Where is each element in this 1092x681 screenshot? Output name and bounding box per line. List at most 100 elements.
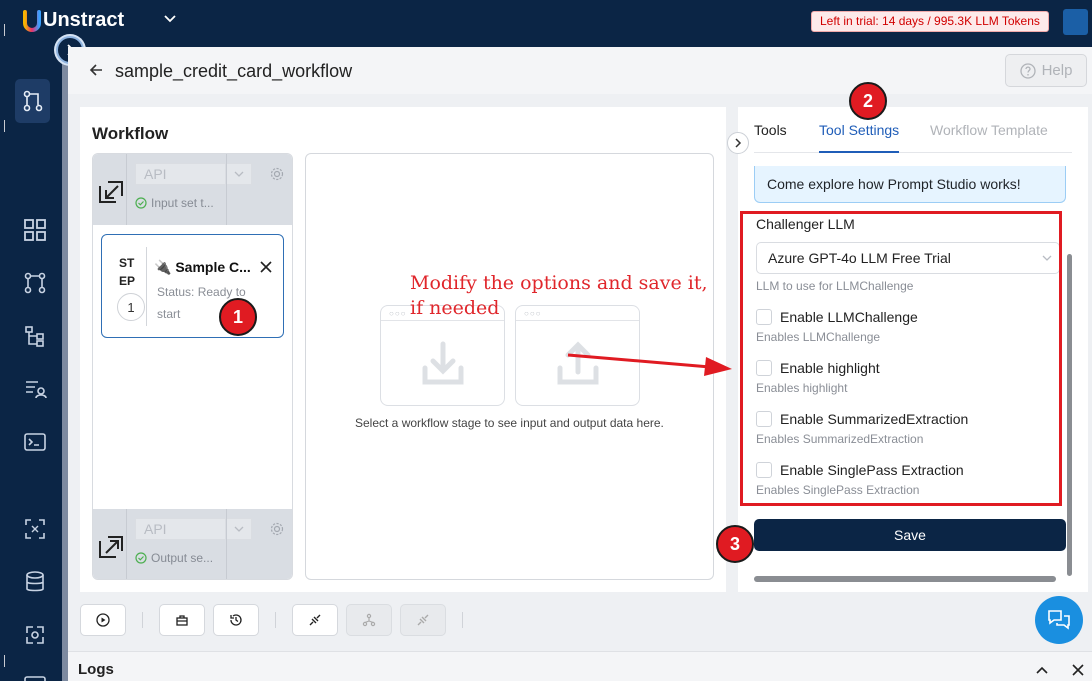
- annotation-marker-1: 1: [219, 298, 257, 336]
- download-icon: [422, 341, 464, 385]
- help-button[interactable]: Help: [1005, 54, 1087, 87]
- terminal-icon: [24, 433, 46, 451]
- check-circle-icon: [135, 197, 147, 209]
- step-tool-name: 🔌 Sample C...: [154, 259, 251, 275]
- chevron-down-icon: [234, 171, 244, 177]
- trial-badge: Left in trial: 14 days / 995.3K LLM Toke…: [811, 11, 1049, 32]
- toolbar-divider: [142, 612, 143, 628]
- bag-icon: [176, 615, 188, 626]
- input-block: API Input set t...: [93, 154, 292, 225]
- connector-settings-icon: [26, 626, 44, 644]
- gear-icon[interactable]: [269, 166, 285, 182]
- dashboard-grid-icon: [24, 219, 46, 241]
- sidebar-item-more[interactable]: [18, 668, 52, 681]
- sidebar-divider: [4, 655, 5, 667]
- help-label: Help: [1041, 62, 1073, 79]
- deploy-task-button[interactable]: [400, 604, 446, 636]
- logs-panel: [68, 651, 1092, 681]
- sidebar-item-api[interactable]: [18, 425, 52, 459]
- sidebar-divider: [4, 120, 5, 132]
- divider: [226, 509, 227, 579]
- network-icon: [362, 613, 376, 627]
- history-icon: [230, 614, 242, 626]
- save-button[interactable]: Save: [754, 519, 1066, 551]
- window-dots: ○○○: [389, 309, 407, 318]
- output-status: Output se...: [135, 551, 223, 565]
- vertical-scrollbar[interactable]: [1067, 254, 1072, 576]
- question-circle-icon: [1019, 62, 1036, 79]
- deploy-etl-button[interactable]: [346, 604, 392, 636]
- output-select-dropdown[interactable]: [226, 518, 252, 540]
- clear-cache-button[interactable]: [159, 604, 205, 636]
- plug-icon: [309, 614, 321, 626]
- input-status-text: Input set t...: [151, 196, 214, 210]
- back-arrow-icon[interactable]: [88, 62, 104, 78]
- step-number: 1: [117, 293, 145, 321]
- chat-bubbles-icon: [1048, 610, 1070, 630]
- scan-icon: [25, 519, 45, 539]
- tabs-divider: [754, 152, 1072, 153]
- panel-icon: [24, 676, 46, 681]
- hierarchy-icon: [25, 326, 44, 347]
- annotation-arrow-icon: [567, 353, 732, 376]
- active-tab-indicator: [819, 151, 899, 153]
- panel-collapse-button[interactable]: [727, 132, 749, 154]
- input-select-dropdown[interactable]: [226, 163, 252, 185]
- chevron-down-icon: [234, 526, 244, 532]
- check-circle-icon: [135, 552, 147, 564]
- list-user-icon: [26, 381, 47, 399]
- support-chat-button[interactable]: [1035, 596, 1083, 644]
- workflow-stages: API Input set t... API Output se...: [92, 153, 293, 580]
- workflow-icon: [23, 90, 42, 112]
- divider: [226, 154, 227, 225]
- input-status: Input set t...: [135, 196, 223, 210]
- sidebar-item-connectors[interactable]: [18, 618, 52, 652]
- sidebar-item-scan[interactable]: [18, 512, 52, 546]
- org-switch-chevron-down-icon[interactable]: [163, 12, 177, 26]
- annotation-marker-2: 2: [849, 82, 887, 120]
- app-logo[interactable]: Unstract: [22, 9, 124, 32]
- play-circle-icon: [96, 613, 110, 627]
- tab-tools[interactable]: Tools: [754, 122, 787, 138]
- sidebar-divider: [4, 24, 5, 36]
- sidebar-item-etl[interactable]: [18, 319, 52, 353]
- sidebar-edge: [62, 47, 68, 681]
- page-title: sample_credit_card_workflow: [115, 61, 353, 81]
- annotation-text: Modify the options and save it, if needed: [410, 272, 708, 319]
- sidebar-item-database[interactable]: [18, 565, 52, 599]
- chevron-right-icon: [735, 138, 742, 148]
- tab-tool-settings[interactable]: Tool Settings: [819, 122, 899, 138]
- workflow-heading: Workflow: [92, 124, 169, 143]
- io-hint-text: Select a workflow stage to see input and…: [355, 416, 664, 430]
- close-icon[interactable]: [258, 259, 274, 275]
- sidebar-item-pipelines[interactable]: [18, 266, 52, 300]
- step-label: ST EP: [119, 256, 136, 288]
- logs-title: Logs: [78, 661, 114, 678]
- logo-mark-icon: [23, 9, 41, 32]
- history-button[interactable]: [213, 604, 259, 636]
- run-button[interactable]: [80, 604, 126, 636]
- deploy-api-button[interactable]: [292, 604, 338, 636]
- user-avatar-button[interactable]: [1063, 9, 1088, 35]
- app-name: Unstract: [43, 9, 125, 31]
- pipeline-icon: [24, 272, 46, 294]
- output-block: API Output se...: [93, 509, 292, 579]
- chevron-up-icon[interactable]: [1035, 663, 1049, 677]
- sidebar-item-tasks[interactable]: [18, 372, 52, 406]
- workflow-step-card[interactable]: ST EP 1 🔌 Sample C... Status: Ready to st…: [101, 234, 284, 338]
- tab-workflow-template[interactable]: Workflow Template: [930, 122, 1048, 138]
- gear-icon[interactable]: [269, 521, 285, 537]
- close-icon[interactable]: [1071, 663, 1085, 677]
- plug-icon: [417, 614, 429, 626]
- sidebar-item-dashboard[interactable]: [18, 213, 52, 247]
- sidebar-item-workflows[interactable]: [15, 79, 50, 123]
- input-connector-select[interactable]: API: [135, 163, 226, 185]
- database-icon: [26, 571, 44, 592]
- horizontal-scrollbar[interactable]: [754, 576, 1056, 582]
- input-arrow-icon: [99, 181, 123, 203]
- toolbar-divider: [275, 612, 276, 628]
- prompt-studio-banner: Come explore how Prompt Studio works!: [754, 166, 1066, 203]
- output-connector-select[interactable]: API: [135, 518, 226, 540]
- divider: [146, 247, 147, 326]
- output-status-text: Output se...: [151, 551, 214, 565]
